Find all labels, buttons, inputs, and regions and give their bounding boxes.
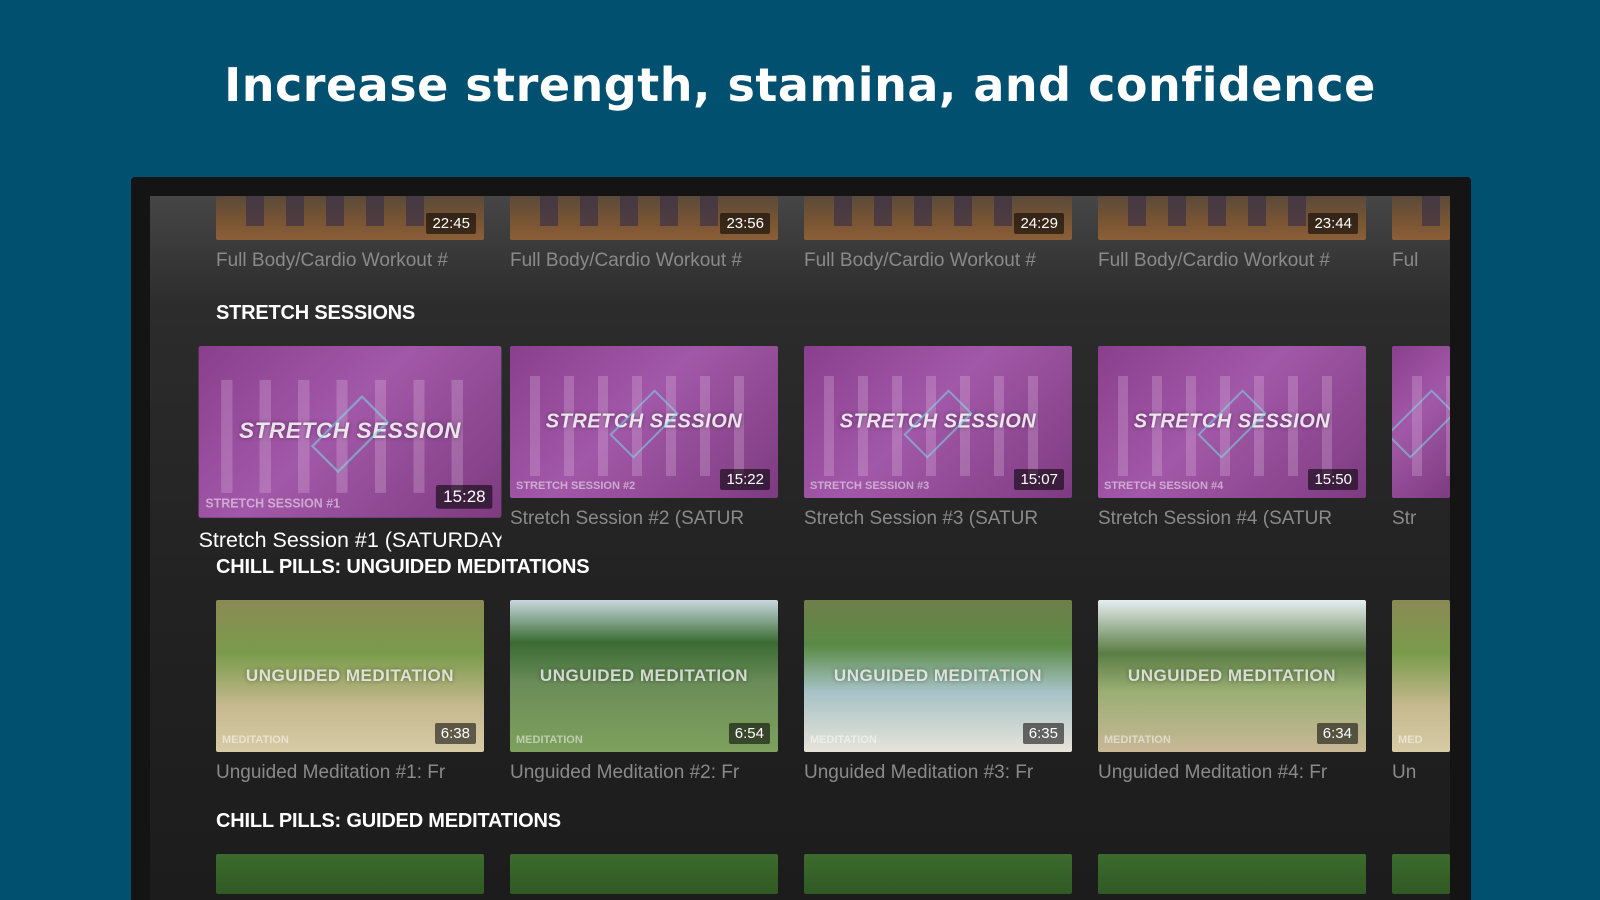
video-card[interactable]: 23:44 Full Body/Cardio Workout # bbox=[1098, 196, 1366, 272]
duration-badge: 15:22 bbox=[720, 469, 770, 490]
duration-badge: 23:44 bbox=[1308, 213, 1358, 234]
video-title: Unguided Meditation #3: Fr bbox=[804, 762, 1034, 783]
thumbnail-overlay-text: STRETCH SESSION bbox=[545, 410, 743, 433]
video-thumbnail bbox=[1392, 196, 1450, 240]
video-thumbnail: STRETCH SESSION STRETCH SESSION #3 15:07 bbox=[804, 346, 1072, 498]
video-thumbnail: STRETCH SESSION STRETCH SESSION #1 15:28 bbox=[198, 346, 502, 518]
video-card[interactable]: STRETCH SESSION STRETCH SESSION #4 15:50… bbox=[1098, 346, 1366, 530]
video-title: Full Body/Cardio Workout # bbox=[804, 250, 1036, 271]
video-thumbnail: UNGUIDED MEDITATION MEDITATION 6:35 bbox=[804, 600, 1072, 752]
thumbnail-overlay-text: UNGUIDED MEDITATION bbox=[245, 666, 455, 685]
video-card[interactable]: 24:29 Full Body/Cardio Workout # bbox=[804, 196, 1072, 272]
video-thumbnail: 23:44 bbox=[1098, 196, 1366, 240]
duration-badge: 6:34 bbox=[1316, 723, 1358, 744]
video-title: Ful bbox=[1392, 250, 1419, 271]
video-thumbnail bbox=[216, 854, 484, 894]
video-card[interactable]: UNGUIDED MEDITATION MEDITATION 6:35 Ungu… bbox=[804, 600, 1072, 784]
thumbnail-corner-text: MEDITATION bbox=[810, 734, 877, 746]
video-card[interactable]: UNGUIDED MEDITATION MEDITATION 6:54 Ungu… bbox=[510, 600, 778, 784]
video-card[interactable]: UNGUIDED MEDITATION MEDITATION 6:34 Ungu… bbox=[1098, 600, 1366, 784]
video-thumbnail: 23:56 bbox=[510, 196, 778, 240]
video-thumbnail bbox=[1392, 854, 1450, 894]
duration-badge: 23:56 bbox=[720, 213, 770, 234]
tv-screen: 22:45 Full Body/Cardio Workout # 23:56 F… bbox=[150, 196, 1450, 900]
thumbnail-overlay-text: UNGUIDED MEDITATION bbox=[1127, 666, 1337, 685]
video-thumbnail: STRETCH SESSION STRETCH SESSION #2 15:22 bbox=[510, 346, 778, 498]
video-card[interactable] bbox=[1098, 854, 1366, 894]
video-title: Unguided Meditation #1: Fr bbox=[216, 762, 446, 783]
video-title: Stretch Session #4 (SATUR bbox=[1098, 508, 1333, 529]
video-thumbnail: MED bbox=[1392, 600, 1450, 752]
thumbnail-overlay-text: UNGUIDED MEDITATION bbox=[539, 666, 749, 685]
video-card-partial[interactable]: Str bbox=[1392, 346, 1450, 530]
duration-badge: 15:50 bbox=[1308, 469, 1358, 490]
video-card[interactable]: STRETCH SESSION STRETCH SESSION #3 15:07… bbox=[804, 346, 1072, 530]
video-thumbnail: STRETCH SESSION STRETCH SESSION #4 15:50 bbox=[1098, 346, 1366, 498]
duration-badge: 22:45 bbox=[426, 213, 476, 234]
thumbnail-corner-text: STRETCH SESSION #3 bbox=[810, 480, 930, 492]
video-card-partial[interactable]: Ful bbox=[1392, 196, 1450, 272]
video-title: Un bbox=[1392, 762, 1417, 783]
thumbnail-corner-text: MED bbox=[1398, 734, 1423, 746]
video-title: Unguided Meditation #2: Fr bbox=[510, 762, 740, 783]
video-thumbnail: UNGUIDED MEDITATION MEDITATION 6:38 bbox=[216, 600, 484, 752]
video-title: Full Body/Cardio Workout # bbox=[1098, 250, 1330, 271]
thumbnail-corner-text: STRETCH SESSION #2 bbox=[516, 480, 636, 492]
video-title: Full Body/Cardio Workout # bbox=[216, 250, 448, 271]
video-card[interactable] bbox=[510, 854, 778, 894]
unguided-meditation-row: UNGUIDED MEDITATION MEDITATION 6:38 Ungu… bbox=[150, 600, 1450, 800]
video-title: Unguided Meditation #4: Fr bbox=[1098, 762, 1328, 783]
duration-badge: 15:28 bbox=[436, 484, 493, 509]
duration-badge: 6:38 bbox=[434, 723, 476, 744]
thumbnail-overlay-text: STRETCH SESSION bbox=[1133, 410, 1331, 433]
video-card-partial[interactable] bbox=[1392, 854, 1450, 894]
video-thumbnail bbox=[1098, 854, 1366, 894]
row-title-unguided-meditations: CHILL PILLS: UNGUIDED MEDITATIONS bbox=[216, 556, 590, 578]
video-title: Stretch Session #3 (SATUR bbox=[804, 508, 1039, 529]
video-thumbnail bbox=[804, 854, 1072, 894]
duration-badge: 6:35 bbox=[1022, 723, 1064, 744]
thumbnail-overlay-text: STRETCH SESSION bbox=[239, 418, 461, 444]
thumbnail-overlay-text: STRETCH SESSION bbox=[839, 410, 1037, 433]
thumbnail-corner-text: MEDITATION bbox=[1104, 734, 1171, 746]
video-thumbnail bbox=[510, 854, 778, 894]
video-thumbnail: 24:29 bbox=[804, 196, 1072, 240]
video-card-focused[interactable]: STRETCH SESSION STRETCH SESSION #1 15:28… bbox=[198, 346, 502, 554]
headline: Increase strength, stamina, and confiden… bbox=[224, 58, 1376, 112]
thumbnail-corner-text: MEDITATION bbox=[516, 734, 583, 746]
stretch-row: STRETCH SESSION STRETCH SESSION #1 15:28… bbox=[150, 346, 1450, 553]
video-card[interactable]: STRETCH SESSION STRETCH SESSION #2 15:22… bbox=[510, 346, 778, 530]
video-title: Stretch Session #2 (SATUR bbox=[510, 508, 745, 529]
thumbnail-corner-text: MEDITATION bbox=[222, 734, 289, 746]
row-title-guided-meditations: CHILL PILLS: GUIDED MEDITATIONS bbox=[216, 810, 561, 832]
video-title: Full Body/Cardio Workout # bbox=[510, 250, 742, 271]
video-card[interactable]: 23:56 Full Body/Cardio Workout # bbox=[510, 196, 778, 272]
video-title: Stretch Session #1 (SATURDAY bbox=[198, 529, 502, 553]
video-card-partial[interactable]: MED Un bbox=[1392, 600, 1450, 784]
video-card[interactable] bbox=[804, 854, 1072, 894]
video-card[interactable]: UNGUIDED MEDITATION MEDITATION 6:38 Ungu… bbox=[216, 600, 484, 784]
video-card[interactable] bbox=[216, 854, 484, 894]
thumbnail-corner-text: STRETCH SESSION #1 bbox=[205, 497, 341, 511]
video-thumbnail: 22:45 bbox=[216, 196, 484, 240]
guided-meditation-row bbox=[150, 854, 1450, 900]
duration-badge: 6:54 bbox=[728, 723, 770, 744]
duration-badge: 24:29 bbox=[1014, 213, 1064, 234]
video-thumbnail bbox=[1392, 346, 1450, 498]
duration-badge: 15:07 bbox=[1014, 469, 1064, 490]
video-thumbnail: UNGUIDED MEDITATION MEDITATION 6:54 bbox=[510, 600, 778, 752]
row-title-stretch-sessions: STRETCH SESSIONS bbox=[216, 302, 416, 324]
video-thumbnail: UNGUIDED MEDITATION MEDITATION 6:34 bbox=[1098, 600, 1366, 752]
thumbnail-overlay-text: UNGUIDED MEDITATION bbox=[833, 666, 1043, 685]
video-card[interactable]: 22:45 Full Body/Cardio Workout # bbox=[216, 196, 484, 272]
video-title: Str bbox=[1392, 508, 1417, 529]
thumbnail-corner-text: STRETCH SESSION #4 bbox=[1104, 480, 1224, 492]
